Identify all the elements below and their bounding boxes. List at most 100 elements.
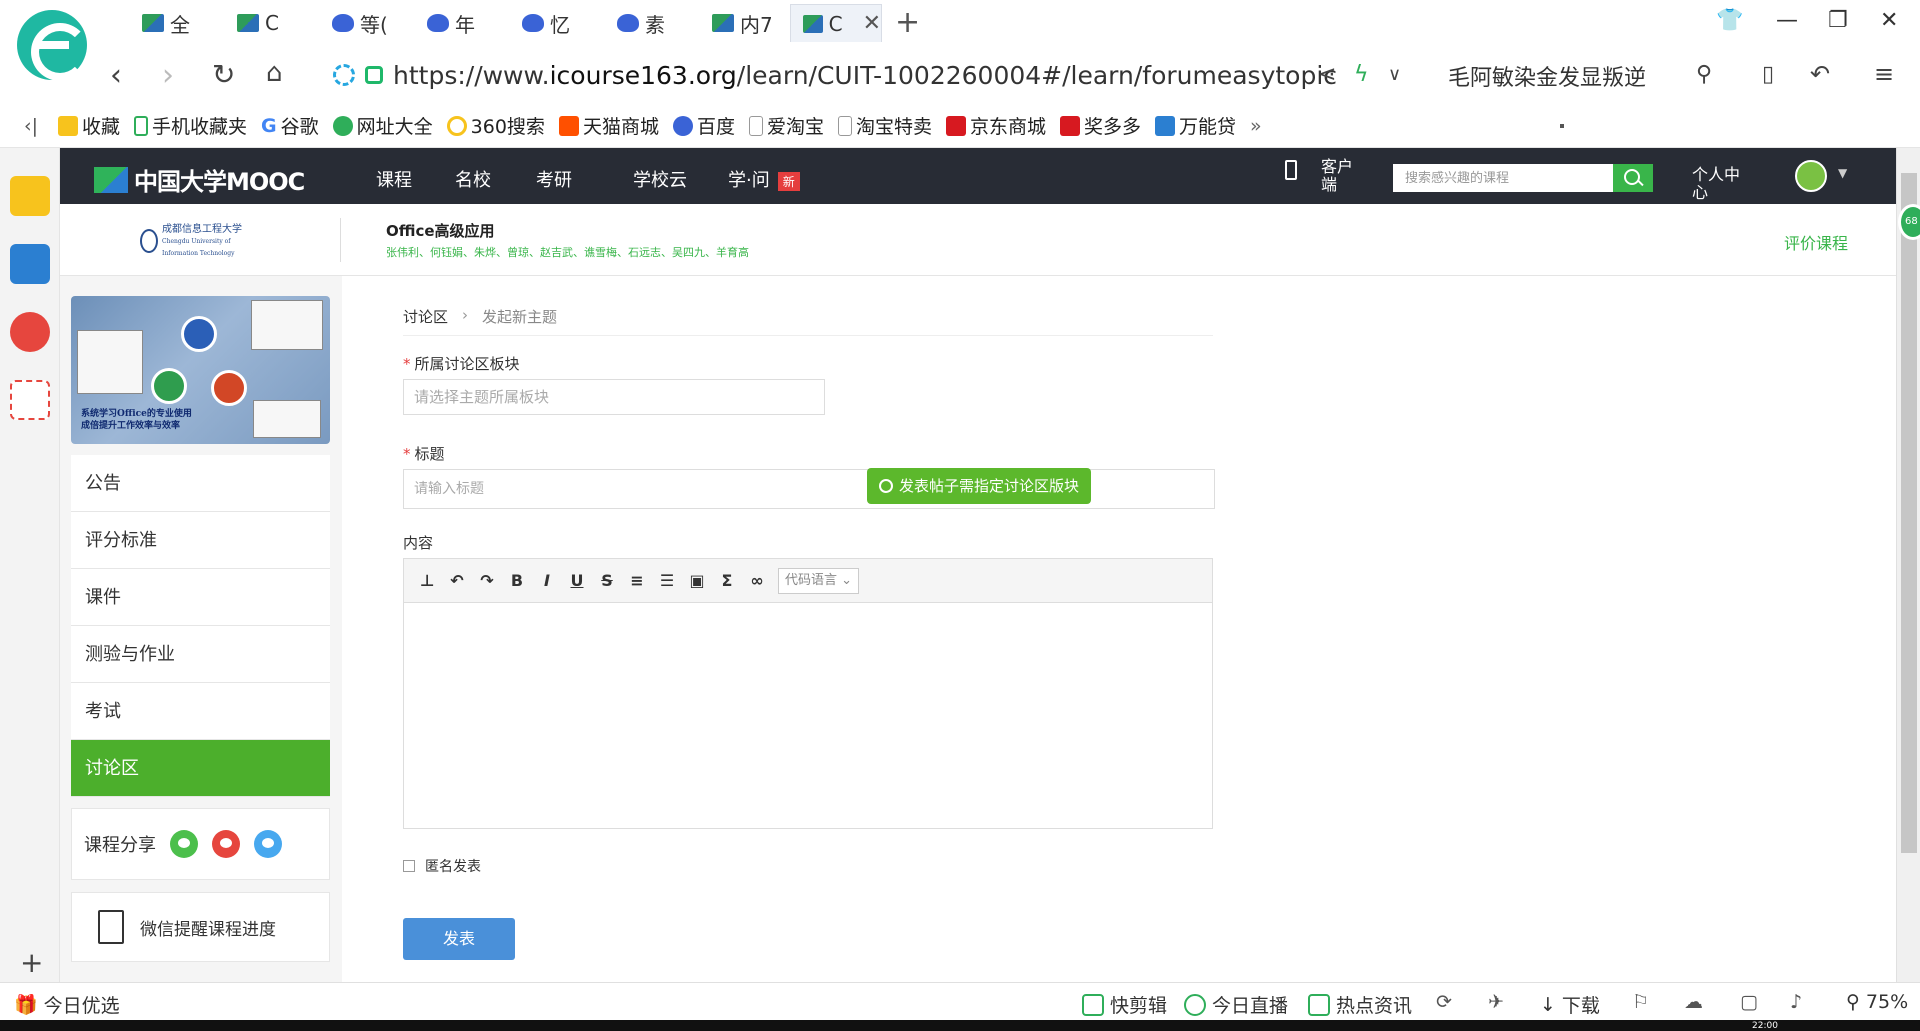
flag-icon[interactable]: ⚐ bbox=[1632, 991, 1649, 1013]
search-icon[interactable]: ⚲ bbox=[1696, 62, 1712, 87]
tablet-icon[interactable]: ▯ bbox=[1762, 62, 1774, 87]
window-icon[interactable]: ▢ bbox=[1740, 991, 1758, 1013]
today-picks[interactable]: 🎁 今日优选 bbox=[14, 991, 120, 1018]
restore-button[interactable]: ❐ bbox=[1828, 8, 1848, 33]
italic-icon[interactable]: I bbox=[538, 571, 556, 590]
client-download[interactable]: 客户端 bbox=[1285, 158, 1355, 194]
bookmark-item[interactable]: 天猫商城 bbox=[558, 112, 659, 139]
reading-list-icon[interactable] bbox=[10, 244, 50, 284]
nav-universities[interactable]: 名校 bbox=[455, 166, 491, 192]
menu-grading[interactable]: 评分标准 bbox=[71, 512, 330, 569]
scrollbar[interactable] bbox=[1896, 148, 1920, 982]
address-search-hint[interactable]: 毛阿敏染金发显叛逆 bbox=[1448, 60, 1646, 92]
add-icon[interactable]: + bbox=[20, 946, 43, 979]
browser-tab[interactable]: 素 bbox=[605, 4, 695, 42]
floating-badge[interactable]: 68 bbox=[1898, 204, 1920, 240]
undo-icon[interactable]: ↶ bbox=[1810, 60, 1830, 88]
bookmark-item[interactable]: 淘宝特卖 bbox=[837, 112, 932, 139]
chevron-down-icon[interactable]: ∨ bbox=[1388, 64, 1401, 85]
status-download[interactable]: ↓ 下载 bbox=[1540, 991, 1600, 1018]
bookmark-item[interactable]: 手机收藏夹 bbox=[134, 112, 247, 139]
strikethrough-icon[interactable]: S bbox=[598, 571, 616, 590]
close-tab-icon[interactable]: ✕ bbox=[863, 11, 881, 36]
personal-center-link[interactable]: 个人中心 bbox=[1692, 166, 1744, 202]
zoom-level[interactable]: ⚲ 75% bbox=[1846, 991, 1908, 1013]
browser-tab[interactable]: 忆 bbox=[510, 4, 600, 42]
url-field[interactable]: https://www.icourse163.org/learn/CUIT-10… bbox=[333, 58, 1337, 92]
menu-icon[interactable]: ≡ bbox=[1874, 60, 1894, 88]
qq-icon[interactable] bbox=[254, 830, 282, 858]
editor-body[interactable] bbox=[404, 603, 1212, 828]
forward-button[interactable]: › bbox=[162, 58, 174, 93]
breadcrumb-forum[interactable]: 讨论区 bbox=[403, 306, 448, 327]
underline-icon[interactable]: U bbox=[568, 571, 586, 590]
speaker-icon[interactable]: ♪ bbox=[1790, 991, 1802, 1013]
browser-logo[interactable] bbox=[17, 10, 89, 81]
code-language-select[interactable]: 代码语言 ⌄ bbox=[778, 567, 860, 594]
caret-down-icon[interactable]: ▼ bbox=[1838, 166, 1847, 180]
mail-icon[interactable] bbox=[10, 380, 50, 420]
scroll-thumb[interactable] bbox=[1901, 173, 1917, 853]
more-bookmarks-button[interactable]: » bbox=[1250, 115, 1262, 137]
favorites-star-icon[interactable] bbox=[10, 176, 50, 216]
browser-tab[interactable]: 年 bbox=[415, 4, 505, 42]
bookmark-item[interactable]: 360搜索 bbox=[446, 112, 545, 139]
browser-tab[interactable]: 内7 bbox=[700, 4, 790, 42]
status-live[interactable]: 今日直播 bbox=[1184, 991, 1288, 1018]
browser-tab[interactable]: C bbox=[225, 4, 315, 42]
anonymous-option[interactable]: 匿名发表 bbox=[403, 856, 481, 876]
browser-tab[interactable]: 全 bbox=[130, 4, 220, 42]
browser-tab-active[interactable]: C ✕ bbox=[790, 4, 882, 42]
lightning-icon[interactable]: ϟ bbox=[1354, 62, 1369, 87]
collapse-sidebar-icon[interactable]: ‹| bbox=[24, 115, 38, 137]
title-input[interactable]: 请输入标题 bbox=[403, 469, 1215, 509]
menu-courseware[interactable]: 课件 bbox=[71, 569, 330, 626]
close-window-button[interactable]: ✕ bbox=[1880, 8, 1898, 33]
bookmark-item[interactable]: 京东商城 bbox=[946, 112, 1046, 139]
format-brush-icon[interactable]: ⊥ bbox=[418, 571, 436, 590]
weibo-icon[interactable] bbox=[10, 312, 50, 352]
pin-icon[interactable]: ✈ bbox=[1488, 991, 1504, 1013]
bookmark-item[interactable]: 百度 bbox=[672, 112, 735, 139]
minimize-button[interactable]: — bbox=[1776, 8, 1798, 33]
rate-course-link[interactable]: 评价课程 bbox=[1784, 230, 1848, 254]
accelerate-icon[interactable]: ⟳ bbox=[1436, 991, 1452, 1013]
search-button[interactable] bbox=[1613, 164, 1653, 192]
nav-courses[interactable]: 课程 bbox=[376, 166, 412, 192]
menu-forum[interactable]: 讨论区 bbox=[71, 740, 330, 797]
skin-icon[interactable]: 👕 bbox=[1716, 8, 1743, 33]
back-button[interactable]: ‹ bbox=[110, 58, 122, 93]
avatar[interactable] bbox=[1795, 160, 1827, 192]
bold-icon[interactable]: B bbox=[508, 571, 526, 590]
anonymous-checkbox[interactable] bbox=[403, 860, 415, 872]
section-select[interactable]: 请选择主题所属板块 bbox=[403, 379, 825, 415]
browser-tab[interactable]: 等( bbox=[320, 4, 410, 42]
bookmark-item[interactable]: G 谷歌 bbox=[261, 112, 319, 139]
formula-icon[interactable]: Σ bbox=[718, 571, 736, 590]
link-icon[interactable]: ∞ bbox=[748, 571, 766, 590]
nav-kaoyan[interactable]: 考研 bbox=[536, 166, 572, 192]
apps-grid-icon[interactable] bbox=[1559, 123, 1564, 128]
status-quick-edit[interactable]: 快剪辑 bbox=[1082, 991, 1167, 1018]
new-tab-button[interactable]: + bbox=[895, 5, 920, 40]
redo-icon[interactable]: ↷ bbox=[478, 571, 496, 590]
bookmark-item[interactable]: 万能贷 bbox=[1155, 112, 1236, 139]
school-logo[interactable]: 成都信息工程大学 Chengdu University of Informatio… bbox=[140, 222, 262, 260]
reload-icon[interactable]: ↻ bbox=[212, 58, 235, 91]
bookmark-item[interactable]: 奖多多 bbox=[1060, 112, 1141, 139]
nav-school-cloud[interactable]: 学校云 bbox=[633, 166, 687, 192]
wechat-remind-link[interactable]: 微信提醒课程进度 bbox=[71, 892, 330, 962]
menu-announcements[interactable]: 公告 bbox=[71, 455, 330, 512]
status-news[interactable]: 热点资讯 bbox=[1308, 991, 1412, 1018]
share-icon[interactable]: ⋖ bbox=[1318, 62, 1336, 87]
mooc-logo[interactable]: 中国大学MOOC bbox=[94, 162, 305, 197]
wechat-icon[interactable] bbox=[170, 830, 198, 858]
bookmark-item[interactable]: 网址大全 bbox=[332, 112, 433, 139]
unordered-list-icon[interactable]: ☰ bbox=[658, 571, 676, 590]
ordered-list-icon[interactable]: ≡ bbox=[628, 571, 646, 590]
course-search-input[interactable]: 搜索感兴趣的课程 bbox=[1393, 164, 1613, 192]
publish-button[interactable]: 发表 bbox=[403, 918, 515, 960]
cloud-icon[interactable]: ☁ bbox=[1684, 991, 1703, 1013]
undo-icon[interactable]: ↶ bbox=[448, 571, 466, 590]
home-icon[interactable]: ⌂ bbox=[266, 58, 283, 88]
